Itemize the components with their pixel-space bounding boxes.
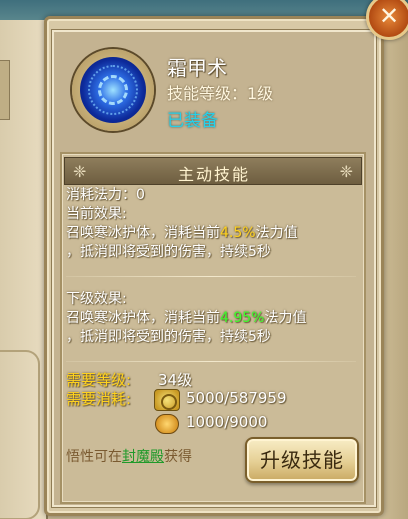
required-cost-label: 需要消耗: <box>66 390 132 408</box>
current-effect-line2: ，抵消即将受到的伤害，持续5秒 <box>66 244 271 260</box>
hint-text: 悟性可在封魔殿获得 <box>66 449 192 465</box>
mana-cost: 消耗法力：0 <box>66 187 145 203</box>
skill-level: 技能等级：1级 <box>167 84 274 103</box>
next-effect-line2: ，抵消即将受到的伤害，持续5秒 <box>66 329 271 345</box>
ornament-right-icon: ❈ <box>339 162 353 181</box>
fengmodian-link[interactable]: 封魔殿 <box>122 449 164 465</box>
current-effect-label: 当前效果: <box>66 206 127 222</box>
background-left-panel <box>0 20 48 519</box>
divider <box>66 276 356 277</box>
equipped-status: 已装备 <box>167 111 218 131</box>
skill-name: 霜甲术 <box>167 56 227 80</box>
next-effect-label: 下级效果: <box>66 291 127 307</box>
section-header: ❈ 主动技能 ❈ <box>64 157 362 185</box>
coin-icon <box>154 389 180 411</box>
left-panel-tab <box>0 60 10 120</box>
divider <box>66 361 356 362</box>
current-effect-line1: 召唤寒冰护体，消耗当前4.5%法力值 <box>66 225 298 241</box>
skill-icon-frame <box>72 49 154 131</box>
next-percent: 4.95% <box>220 310 265 326</box>
required-level-value: 34级 <box>158 371 193 389</box>
required-level-label: 需要等级: <box>66 371 132 389</box>
upgrade-skill-button[interactable]: 升级技能 <box>245 437 359 483</box>
frost-armor-icon <box>80 57 146 123</box>
coin-cost-value: 5000/587959 <box>186 389 287 407</box>
current-percent: 4.5% <box>220 225 256 241</box>
next-effect-line1: 召唤寒冰护体，消耗当前4.95%法力值 <box>66 310 307 326</box>
insight-icon <box>155 414 179 434</box>
left-panel-frame <box>0 350 40 519</box>
section-title: 主动技能 <box>177 165 250 184</box>
insight-cost-value: 1000/9000 <box>186 413 268 431</box>
